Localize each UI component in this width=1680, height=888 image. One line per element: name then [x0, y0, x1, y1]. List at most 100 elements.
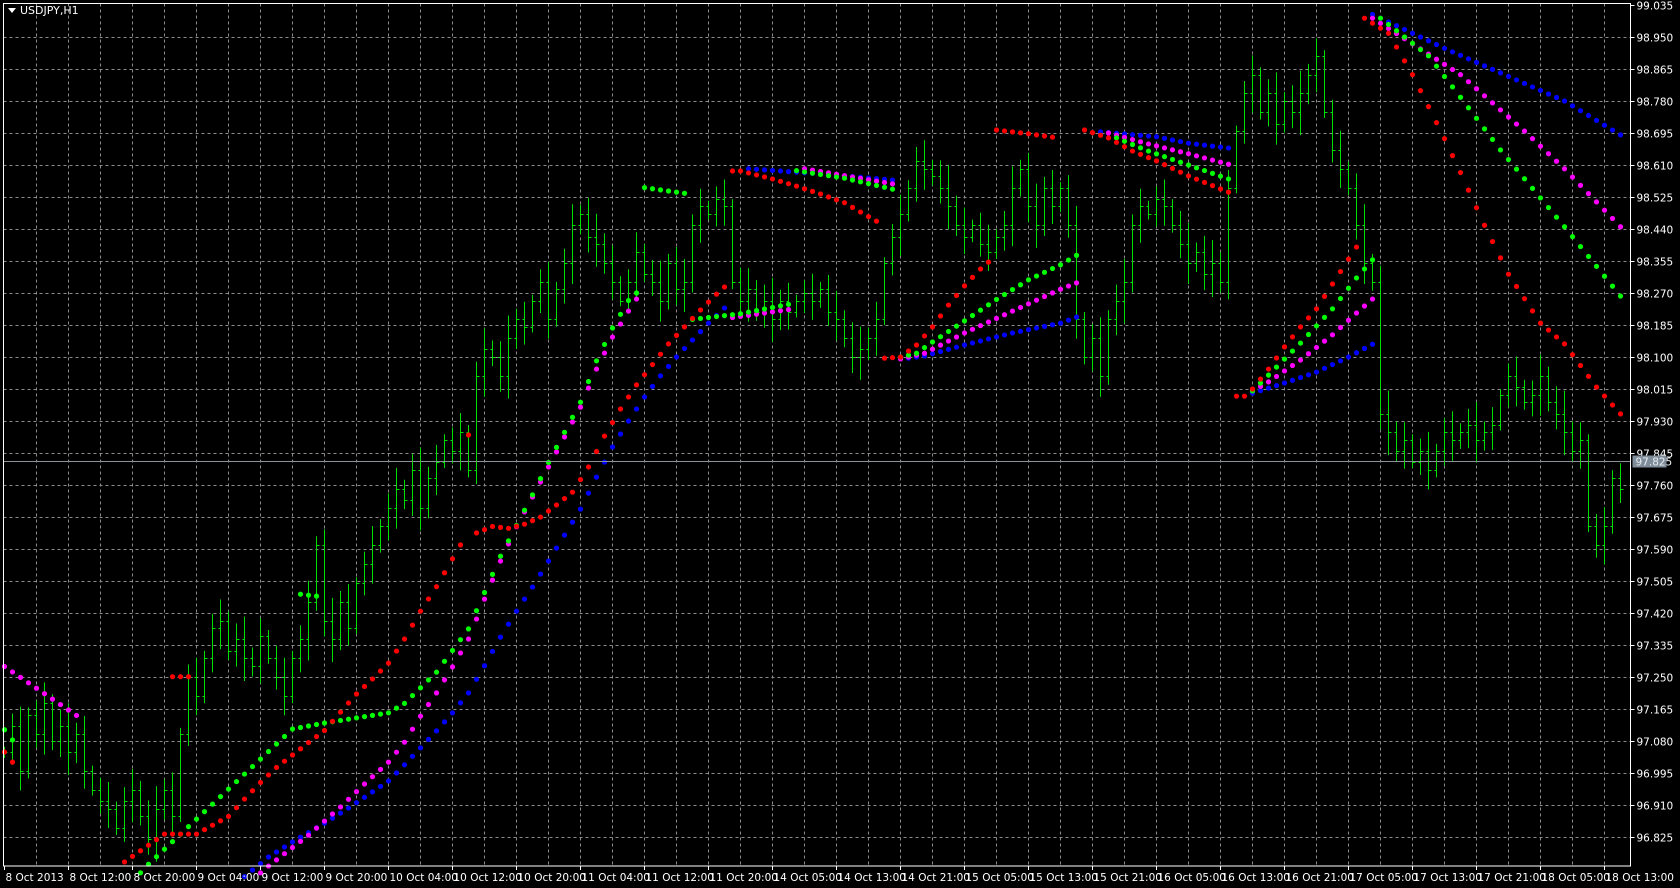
indicator-dot: [993, 315, 1000, 321]
indicator-dot: [577, 506, 584, 512]
indicator-dot: [777, 168, 784, 174]
ohlc-bar: [842, 310, 848, 348]
indicator-dot: [721, 305, 728, 311]
indicator-dot: [457, 637, 464, 643]
ohlc-bar: [1330, 99, 1336, 163]
indicator-dot: [705, 314, 712, 321]
price-tick-label: 97.505: [1637, 577, 1674, 589]
indicator-dot: [1, 749, 8, 755]
indicator-dot: [625, 308, 632, 314]
ohlc-bar: [826, 275, 832, 327]
indicator-dot: [1601, 122, 1608, 128]
indicator-dot: [361, 683, 368, 690]
indicator-dot: [49, 696, 56, 702]
ohlc-bar: [138, 780, 144, 826]
indicator-dot: [1169, 165, 1176, 172]
indicator-dot: [1537, 87, 1544, 94]
indicator-dot: [1193, 153, 1200, 159]
indicator-dot: [753, 307, 760, 314]
ohlc-bar: [1114, 284, 1120, 336]
indicator-dot: [1137, 132, 1144, 138]
indicator-dot: [1201, 155, 1208, 161]
time-tick-label: 8 Oct 2013: [6, 872, 64, 884]
indicator-dot: [281, 844, 288, 850]
indicator-dot: [393, 648, 400, 654]
indicator-dot: [1545, 91, 1552, 97]
ohlc-bar: [1410, 434, 1416, 469]
time-axis[interactable]: 8 Oct 2013 8 Oct 12:00 8 Oct 20:00 9 Oct 04…: [4, 866, 1674, 884]
chart-title[interactable]: USDJPY,H1: [8, 4, 79, 17]
triangle-down-icon[interactable]: [8, 8, 16, 13]
indicator-dot: [1433, 63, 1440, 69]
indicator-dot: [1561, 98, 1568, 104]
indicator-dot: [945, 346, 952, 352]
indicator-dot: [1129, 148, 1136, 154]
indicator-dot: [9, 669, 16, 675]
ohlc-bar: [74, 722, 80, 764]
indicator-dot: [681, 190, 688, 196]
indicator-dot: [1521, 296, 1528, 302]
indicator-dot: [225, 786, 232, 792]
indicator-dot: [289, 839, 296, 845]
indicator-dot: [313, 825, 320, 831]
indicator-dot: [41, 691, 48, 697]
indicator-dot: [881, 355, 888, 361]
indicator-dot: [1265, 385, 1272, 391]
indicator-dot: [873, 218, 880, 224]
indicator-dot: [1617, 411, 1624, 417]
indicator-dot: [1057, 320, 1064, 326]
ohlc-bar: [1602, 507, 1608, 565]
ohlc-bar: [1586, 434, 1592, 533]
price-tick-label: 98.100: [1637, 353, 1674, 365]
indicator-dot: [1281, 368, 1288, 374]
time-tick-label: 11 Oct 04:00: [582, 872, 650, 884]
indicator-dot: [1417, 88, 1424, 94]
ohlc-bar: [1442, 418, 1448, 466]
indicator-dot: [297, 591, 304, 597]
indicator-dot: [1289, 334, 1296, 340]
ohlc-bar: [1290, 85, 1296, 129]
indicator-dot: [633, 406, 640, 412]
indicator-dot: [569, 489, 576, 495]
indicator-dot: [121, 859, 128, 865]
indicator-dot: [1353, 275, 1360, 281]
price-tick-label: 96.910: [1637, 801, 1674, 813]
indicator-dot: [377, 711, 384, 717]
ohlc-bar: [394, 467, 400, 529]
indicator-dot: [1001, 128, 1008, 134]
indicator-dot: [801, 186, 808, 192]
ohlc-bar: [378, 519, 384, 553]
indicator-dot: [929, 339, 936, 345]
price-axis[interactable]: 99.035 98.950 98.865 98.780 98.695 98.610 98.5…: [1630, 1, 1674, 845]
indicator-dot: [1073, 280, 1080, 286]
price-chart[interactable]: 99.035 98.950 98.865 98.780 98.695 98.610 98.5…: [0, 0, 1680, 888]
indicator-dot: [1289, 377, 1296, 383]
ohlc-bar: [1218, 252, 1224, 293]
ohlc-bar: [346, 584, 352, 646]
ohlc-bar: [1186, 223, 1192, 284]
ohlc-bar: [1554, 386, 1560, 430]
indicator-dot: [1233, 393, 1240, 399]
indicator-dot: [1073, 252, 1080, 258]
indicator-dot: [177, 831, 184, 837]
ohlc-bar: [578, 204, 584, 235]
indicator-dot: [241, 771, 248, 777]
ohlc-bar: [1258, 67, 1264, 120]
indicator-dot: [625, 297, 632, 304]
indicator-dot: [217, 818, 224, 824]
indicator-dot: [873, 182, 880, 189]
indicator-dot: [9, 737, 16, 743]
indicator-dot: [233, 805, 240, 811]
ohlc-bar: [114, 801, 120, 836]
ohlc-bar: [442, 434, 448, 469]
indicator-dot: [185, 674, 192, 680]
indicator-dot: [1001, 312, 1008, 318]
indicator-dot: [833, 174, 840, 180]
indicator-dot: [25, 680, 32, 686]
indicator-dot: [249, 763, 256, 770]
indicator-dot: [353, 789, 360, 795]
indicator-dot: [289, 726, 296, 732]
indicator-dot: [1537, 320, 1544, 326]
indicator-dot: [569, 419, 576, 425]
ohlc-bar: [330, 597, 336, 663]
